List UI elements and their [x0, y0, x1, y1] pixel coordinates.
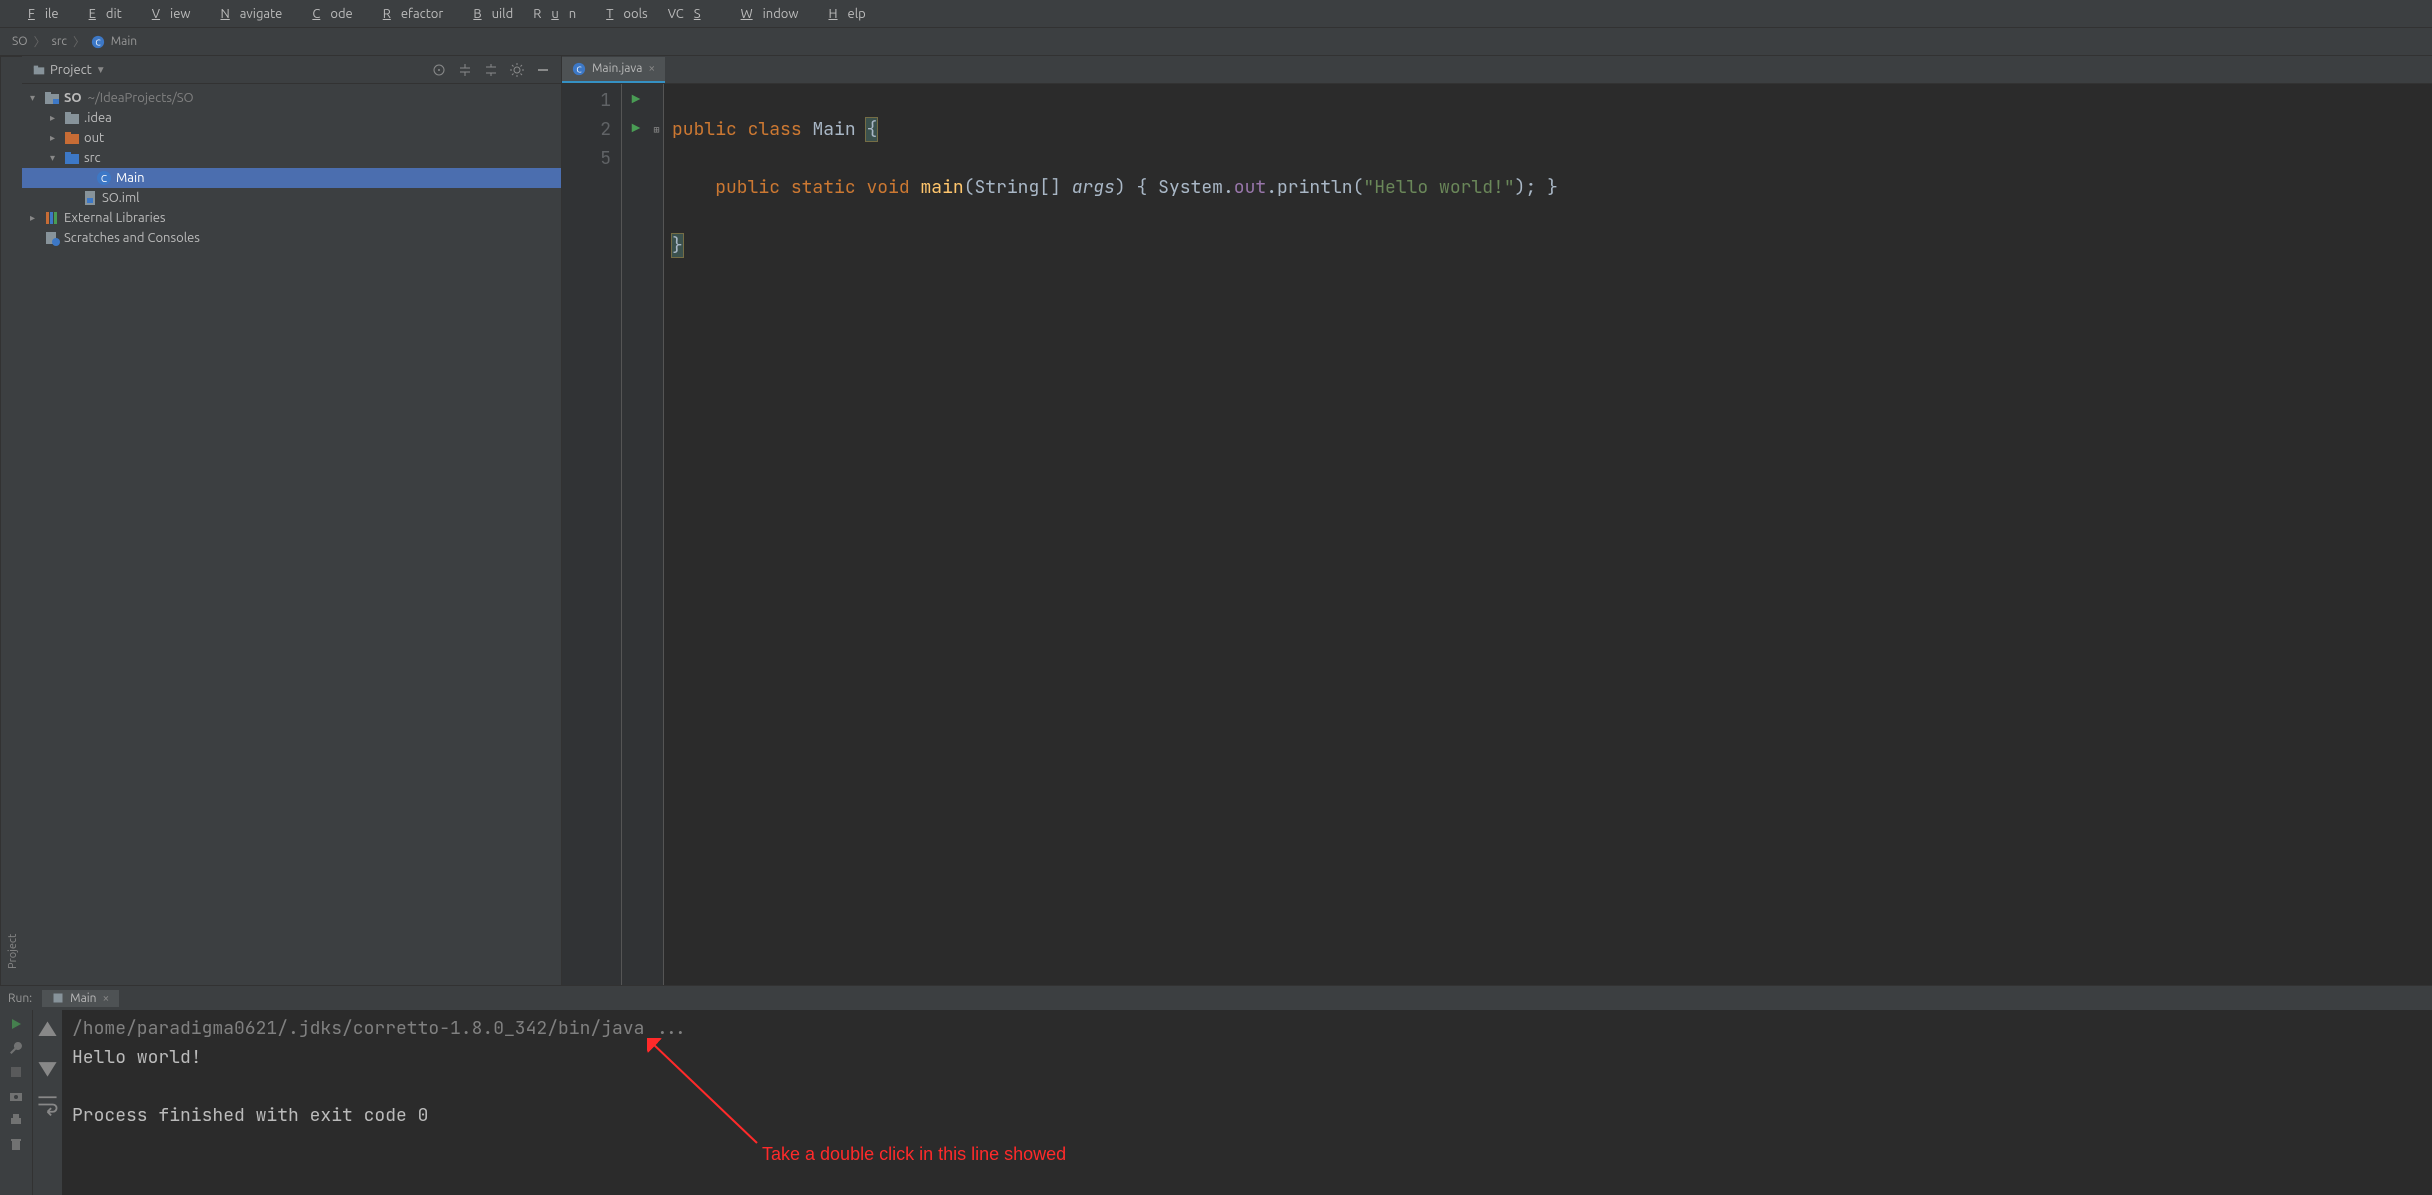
source-folder-icon: [64, 150, 80, 166]
menu-edit[interactable]: Edit: [69, 3, 132, 25]
breadcrumb: SO 〉 src 〉 C Main: [0, 28, 2432, 56]
project-icon: [32, 63, 46, 77]
menu-help[interactable]: Help: [808, 3, 875, 25]
left-tool-strip: Project Structure: [0, 56, 22, 985]
run-line-gutter: ▶ ▶: [622, 84, 650, 985]
main-menu: File Edit View Navigate Code Refactor Bu…: [0, 0, 2432, 28]
editor-tabs: C Main.java ×: [562, 56, 2432, 84]
trash-icon[interactable]: [8, 1136, 24, 1152]
tree-idea[interactable]: ▸ .idea: [22, 108, 561, 128]
code-area[interactable]: public class Main { public static void m…: [664, 84, 1558, 985]
line-number-gutter: 1 2 5: [562, 84, 622, 985]
menu-navigate[interactable]: Navigate: [200, 3, 292, 25]
menu-window[interactable]: Window: [721, 3, 809, 25]
svg-text:C: C: [95, 37, 101, 47]
wrench-icon[interactable]: [8, 1040, 24, 1056]
svg-text:C: C: [101, 173, 107, 184]
run-config-icon: [52, 992, 64, 1004]
gear-icon[interactable]: [509, 62, 525, 78]
tree-root[interactable]: ▾ SO ~/IdeaProjects/SO: [22, 88, 561, 108]
run-class-icon[interactable]: ▶: [622, 86, 650, 115]
project-pane-header: Project ▼: [22, 56, 561, 84]
console-cmd-line[interactable]: /home/paradigma0621/.jdks/corretto-1.8.0…: [72, 1014, 2422, 1043]
menu-code[interactable]: Code: [292, 3, 362, 25]
editor-tab-main[interactable]: C Main.java ×: [562, 57, 665, 83]
print-icon[interactable]: [8, 1112, 24, 1128]
menu-vcs[interactable]: VCS: [658, 3, 721, 25]
tree-iml[interactable]: SO.iml: [22, 188, 561, 208]
run-toolbar: [0, 1010, 32, 1195]
camera-icon[interactable]: [8, 1088, 24, 1104]
editor-area: C Main.java × 1 2 5 ▶ ▶ ⊞ public class M…: [562, 56, 2432, 985]
close-icon[interactable]: ×: [103, 992, 110, 1005]
project-pane: Project ▼ ▾ SO ~/IdeaProjects/SO ▸ .i: [22, 56, 562, 985]
run-main-icon[interactable]: ▶: [622, 115, 650, 144]
run-side-toolbar: [32, 1010, 62, 1195]
tree-src[interactable]: ▾ src: [22, 148, 561, 168]
fold-icon[interactable]: ⊞: [650, 115, 663, 144]
up-icon[interactable]: [33, 1016, 62, 1045]
menu-refactor[interactable]: Refactor: [363, 3, 454, 25]
menu-run[interactable]: Run: [523, 3, 586, 25]
tree-root-path: ~/IdeaProjects/SO: [88, 91, 194, 105]
fold-gutter: ⊞: [650, 84, 664, 985]
breadcrumb-src[interactable]: src: [48, 35, 71, 48]
rerun-icon[interactable]: [8, 1016, 24, 1032]
run-tab-main[interactable]: Main ×: [42, 990, 119, 1007]
console-output[interactable]: /home/paradigma0621/.jdks/corretto-1.8.0…: [62, 1010, 2432, 1195]
scratches-icon: [44, 230, 60, 246]
down-icon[interactable]: [33, 1053, 62, 1082]
output-folder-icon: [64, 130, 80, 146]
tool-tab-project[interactable]: Project: [4, 56, 22, 979]
library-icon: [44, 210, 60, 226]
class-icon: C: [96, 170, 112, 186]
project-tree: ▾ SO ~/IdeaProjects/SO ▸ .idea ▸ out ▾ s…: [22, 84, 561, 252]
tree-scratches[interactable]: Scratches and Consoles: [22, 228, 561, 248]
breadcrumb-project[interactable]: SO: [8, 35, 32, 48]
console-exit: Process finished with exit code 0: [72, 1101, 2422, 1130]
pane-title-label: Project: [50, 63, 92, 77]
tree-out[interactable]: ▸ out: [22, 128, 561, 148]
close-icon[interactable]: ×: [648, 62, 655, 75]
console-stdout: Hello world!: [72, 1043, 2422, 1072]
menu-view[interactable]: View: [132, 3, 201, 25]
breadcrumb-file[interactable]: C Main: [87, 35, 141, 49]
iml-file-icon: [82, 190, 98, 206]
menu-build[interactable]: Build: [453, 3, 523, 25]
menu-tools[interactable]: Tools: [586, 3, 658, 25]
menu-file[interactable]: File: [8, 3, 69, 25]
module-folder-icon: [44, 90, 60, 106]
folder-icon: [64, 110, 80, 126]
collapse-all-icon[interactable]: [483, 62, 499, 78]
editor-tab-label: Main.java: [592, 62, 642, 75]
soft-wrap-icon[interactable]: [33, 1090, 62, 1119]
tree-external-libraries[interactable]: ▸ External Libraries: [22, 208, 561, 228]
expand-all-icon[interactable]: [457, 62, 473, 78]
hide-icon[interactable]: [535, 62, 551, 78]
class-icon: C: [572, 62, 586, 76]
select-opened-icon[interactable]: [431, 62, 447, 78]
tool-tab-structure[interactable]: Structure: [0, 56, 4, 979]
run-panel-tabs: Run: Main ×: [0, 986, 2432, 1010]
annotation-text: Take a double click in this line showed: [762, 1140, 1066, 1169]
editor-body[interactable]: 1 2 5 ▶ ▶ ⊞ public class Main { public s…: [562, 84, 2432, 985]
tree-main[interactable]: C Main: [22, 168, 561, 188]
svg-text:C: C: [576, 64, 582, 74]
class-icon: C: [91, 35, 105, 49]
stop-icon[interactable]: [8, 1064, 24, 1080]
run-label: Run:: [8, 992, 32, 1005]
chevron-down-icon[interactable]: ▼: [96, 64, 106, 76]
run-panel: Run: Main × /home/paradigma0621/.jdks/co…: [0, 985, 2432, 1195]
